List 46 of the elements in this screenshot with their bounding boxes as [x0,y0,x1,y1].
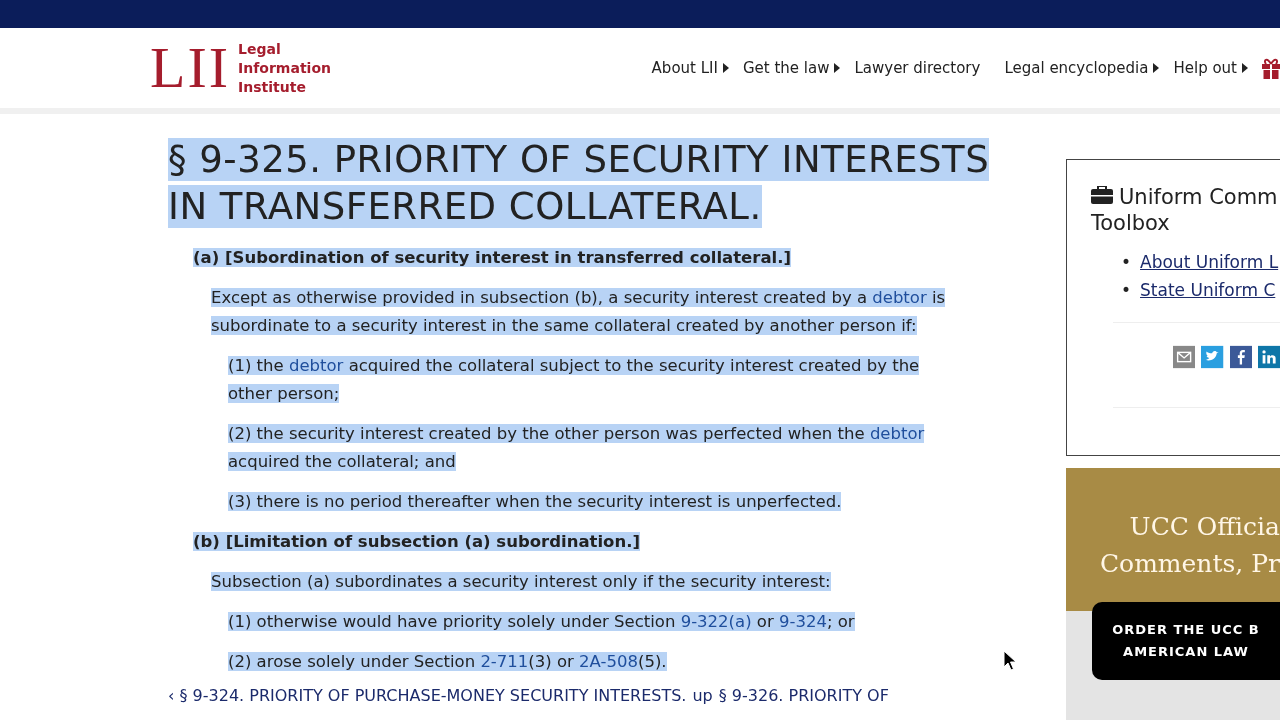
toolbox-link[interactable]: State Uniform C [1140,276,1276,304]
cursor-icon [1003,650,1017,672]
subsection-heading: (b) [Limitation of subsection (a) subordination.] [192,531,641,553]
caret-icon [722,63,729,73]
bullet: • [1121,251,1132,274]
caret-icon [834,63,841,73]
paragraph-text: Subsection (a) subordinates a security interest only if the security interest: [210,571,832,593]
section-title: § 9-325. PRIORITY OF SECURITY INTERESTS IN TRANSFERRED COLLATERAL. [168,137,991,230]
toolbox-title: Uniform Comm Toolbox [1091,184,1279,236]
clause-text: (1) otherwise would have priority solely under Section 9-322(a) or 9-324; or [227,611,856,633]
clause-text: (1) the debtor acquired the collateral subject to the security interest created by the other person; [227,355,921,405]
paragraph-text: Except as otherwise provided in subsection (b), a security interest created by a debtor is subordinate to a security interest in the same collateral created by another person if: [210,287,947,337]
previous-section-link[interactable]: ‹ § 9-324. PRIORITY OF PURCHASE-MONEY SECURITY INTERESTS. [168,686,687,705]
ad-headline: UCC Officia Comments, Pr [1098,511,1280,580]
clause-text: (2) the security interest created by the other person was perfected when the debtor acquired the collateral; and [227,423,926,473]
clause-text: (3) there is no period thereafter when the security interest is unperfected. [227,491,843,513]
logo-text[interactable]: Legal Information Institute [238,39,331,97]
term-link[interactable]: debtor [288,356,344,375]
next-section-link[interactable]: § 9-326. PRIORITY OF [718,686,889,705]
up-link[interactable]: up [692,686,713,705]
caret-icon [1242,63,1248,73]
gift-icon[interactable] [1262,57,1280,79]
nav-link[interactable]: Help out [1173,59,1248,77]
clause-text: (2) arose solely under Section 2-711(3) or 2A-508(5). [227,651,668,673]
briefcase-icon [1091,186,1113,204]
term-link[interactable]: 2-711 [480,652,529,671]
subsection-heading: (a) [Subordination of security interest in transferred collateral.] [192,247,793,269]
nav-link[interactable]: Lawyer directory [854,59,981,77]
term-link[interactable]: 2A-508 [579,652,638,671]
order-button[interactable]: ORDER THE UCC B AMERICAN LAW [1092,602,1280,680]
bullet: • [1121,279,1132,302]
term-link[interactable]: 9-322(a) [680,612,752,631]
term-link[interactable]: debtor [869,424,925,443]
facebook-icon[interactable] [1229,345,1252,369]
twitter-icon[interactable] [1201,345,1224,369]
term-link[interactable]: debtor [872,288,927,307]
logo-letters[interactable]: LII [150,39,231,97]
nav-link[interactable]: Legal encyclopedia [1004,59,1160,77]
nav-link[interactable]: Get the law [742,59,841,77]
nav-link[interactable]: About LII [651,59,729,77]
linkedin-icon[interactable] [1257,345,1280,369]
caret-icon [1153,63,1160,73]
ad-banner[interactable]: UCC Officia Comments, Pr ORDER THE UCC B AMERICAN LAW [1066,468,1280,720]
email-icon[interactable] [1173,345,1196,369]
term-link[interactable]: 9-324 [778,612,827,631]
toolbox-link[interactable]: About Uniform L [1140,248,1279,276]
